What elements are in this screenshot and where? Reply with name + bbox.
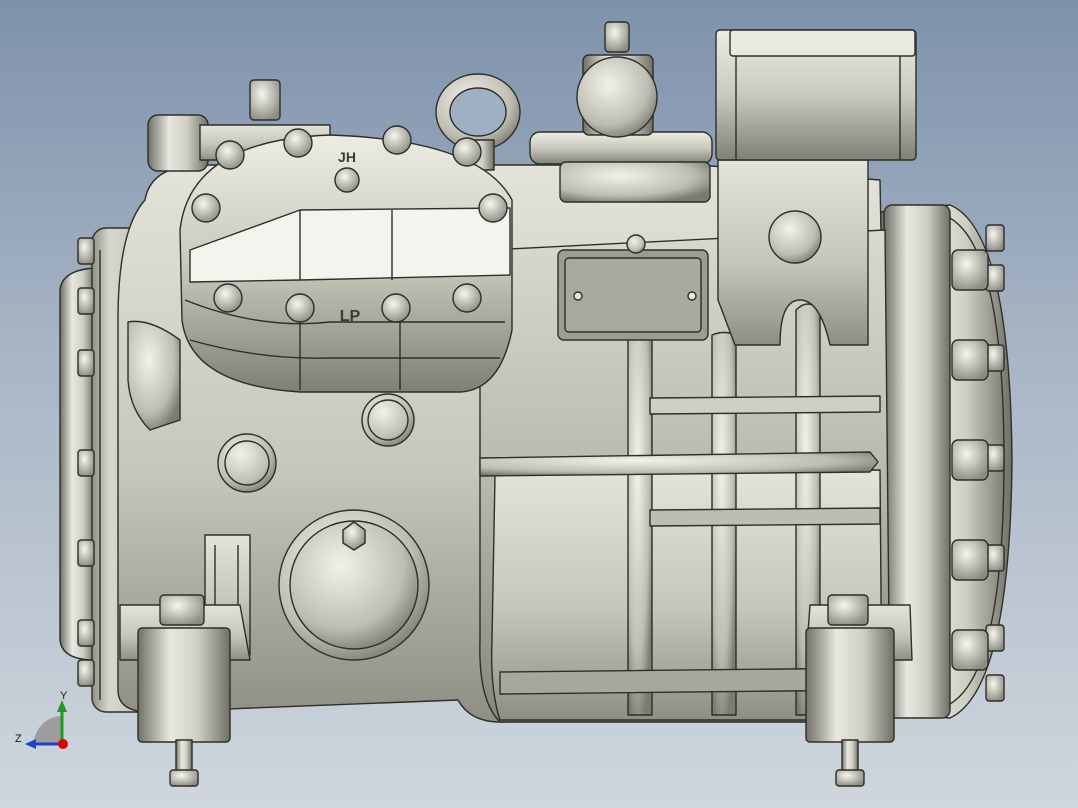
3d-viewport[interactable]: JH LP Y Z [0, 0, 1078, 808]
x-axis-dot [58, 739, 68, 749]
foot-mount-left[interactable] [119, 594, 251, 787]
sight-port[interactable] [361, 393, 415, 447]
compressor-model[interactable]: JH LP Y Z [0, 0, 1078, 808]
name-plate [557, 234, 709, 341]
view-triad[interactable]: Y Z [15, 690, 68, 749]
head-marking-lp: LP [340, 308, 361, 325]
z-axis-arrow-icon [25, 739, 36, 749]
head-marking-jh: JH [338, 149, 356, 165]
oil-sight-glass[interactable] [278, 509, 430, 661]
z-axis-label: Z [15, 733, 22, 745]
oil-port[interactable] [217, 433, 277, 493]
y-axis-label: Y [60, 690, 68, 702]
